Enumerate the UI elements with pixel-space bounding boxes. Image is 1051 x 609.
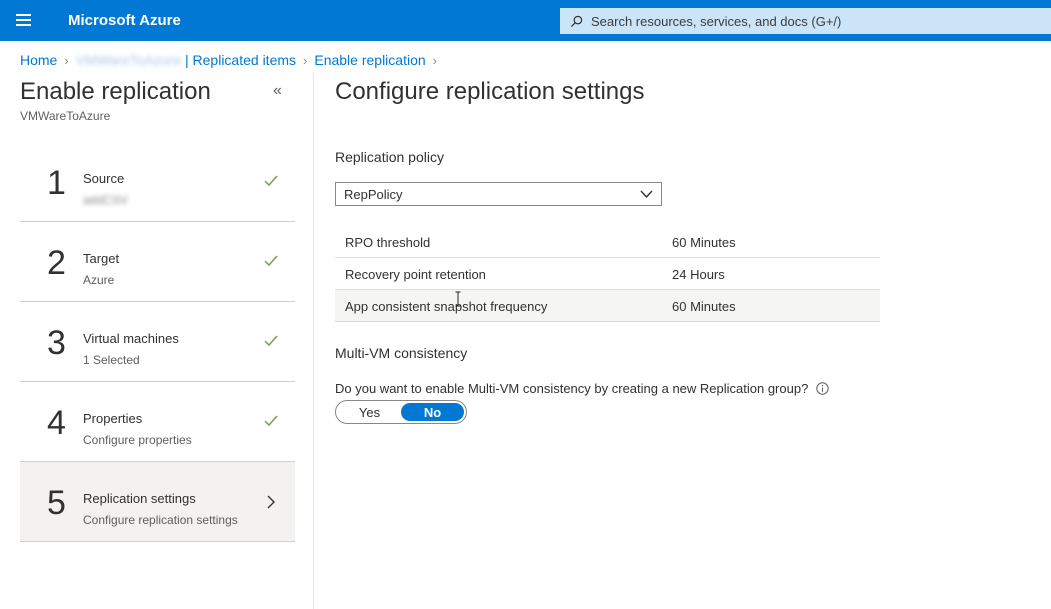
wizard-step-properties[interactable]: 4 Properties Configure properties	[20, 382, 295, 462]
dropdown-selected-value: RepPolicy	[344, 186, 403, 202]
toggle-no-option[interactable]: No	[401, 403, 464, 421]
search-placeholder: Search resources, services, and docs (G+…	[591, 13, 842, 29]
wizard-panel: Enable replication VMWareToAzure « 1 Sou…	[0, 72, 314, 609]
replication-policy-dropdown[interactable]: RepPolicy	[335, 182, 662, 206]
breadcrumb-enable-replication[interactable]: Enable replication	[314, 52, 425, 68]
table-row: Recovery point retention 24 Hours	[335, 258, 880, 290]
info-icon[interactable]	[816, 382, 830, 395]
wizard-steps: 1 Source addCSV 2 Target Azure 3 Virtual…	[20, 142, 295, 542]
blade-subtitle: VMWareToAzure	[20, 109, 111, 123]
replication-policy-label: Replication policy	[335, 149, 444, 165]
step-sublabel: addCSV	[83, 193, 128, 207]
row-value: 60 Minutes	[672, 299, 736, 314]
collapse-panel-icon[interactable]: «	[273, 82, 282, 100]
table-row: RPO threshold 60 Minutes	[335, 226, 880, 258]
question-text: Do you want to enable Multi-VM consisten…	[335, 381, 809, 396]
row-value: 24 Hours	[672, 267, 725, 282]
blade-title: Enable replication	[20, 78, 211, 105]
multi-vm-question: Do you want to enable Multi-VM consisten…	[335, 381, 830, 396]
chevron-right-icon	[267, 495, 275, 509]
step-label: Virtual machines	[83, 331, 179, 346]
step-number: 3	[47, 324, 66, 362]
table-row: App consistent snapshot frequency 60 Min…	[335, 290, 880, 322]
step-number: 4	[47, 404, 66, 442]
step-sublabel: 1 Selected	[83, 353, 140, 367]
multi-vm-toggle[interactable]: Yes No	[335, 400, 467, 424]
search-box[interactable]: Search resources, services, and docs (G+…	[560, 8, 1051, 34]
step-label: Source	[83, 171, 125, 186]
step-label: Target	[83, 251, 120, 266]
wizard-step-source[interactable]: 1 Source addCSV	[20, 142, 295, 222]
hamburger-menu-icon[interactable]	[16, 14, 31, 26]
row-key: Recovery point retention	[345, 267, 486, 282]
row-value: 60 Minutes	[672, 235, 736, 250]
step-sublabel: Configure replication settings	[83, 513, 238, 527]
text-cursor-icon	[455, 291, 461, 307]
step-sublabel: Configure properties	[83, 433, 192, 447]
step-label: Properties	[83, 411, 143, 426]
breadcrumb: Home › VMWareToAzure | Replicated items …	[20, 52, 444, 68]
policy-details-table: RPO threshold 60 Minutes Recovery point …	[335, 226, 880, 322]
wizard-step-replication-settings[interactable]: 5 Replication settings Configure replica…	[20, 462, 295, 542]
checkmark-icon	[264, 415, 278, 427]
checkmark-icon	[264, 175, 278, 187]
multi-vm-section-label: Multi-VM consistency	[335, 345, 468, 361]
checkmark-icon	[264, 255, 278, 267]
row-key: App consistent snapshot frequency	[345, 299, 548, 314]
step-label: Replication settings	[83, 491, 196, 506]
breadcrumb-separator-icon: ›	[64, 52, 69, 68]
brand-title[interactable]: Microsoft Azure	[68, 12, 181, 29]
row-key: RPO threshold	[345, 235, 431, 250]
step-number: 2	[47, 244, 66, 282]
toggle-yes-option[interactable]: Yes	[338, 403, 401, 421]
step-number: 1	[47, 164, 66, 202]
search-icon	[570, 15, 583, 27]
step-sublabel: Azure	[83, 273, 115, 287]
top-bar: Microsoft Azure Search resources, servic…	[0, 0, 1051, 41]
breadcrumb-separator-icon: ›	[432, 52, 437, 68]
chevron-down-icon	[640, 190, 653, 199]
breadcrumb-replicated-items[interactable]: | Replicated items	[185, 52, 296, 68]
checkmark-icon	[264, 335, 278, 347]
page-title: Configure replication settings	[335, 78, 645, 105]
breadcrumb-vault[interactable]: VMWareToAzure	[76, 52, 181, 68]
wizard-step-target[interactable]: 2 Target Azure	[20, 222, 295, 302]
wizard-step-virtual-machines[interactable]: 3 Virtual machines 1 Selected	[20, 302, 295, 382]
step-number: 5	[47, 484, 66, 522]
breadcrumb-home[interactable]: Home	[20, 52, 57, 68]
breadcrumb-separator-icon: ›	[303, 52, 308, 68]
